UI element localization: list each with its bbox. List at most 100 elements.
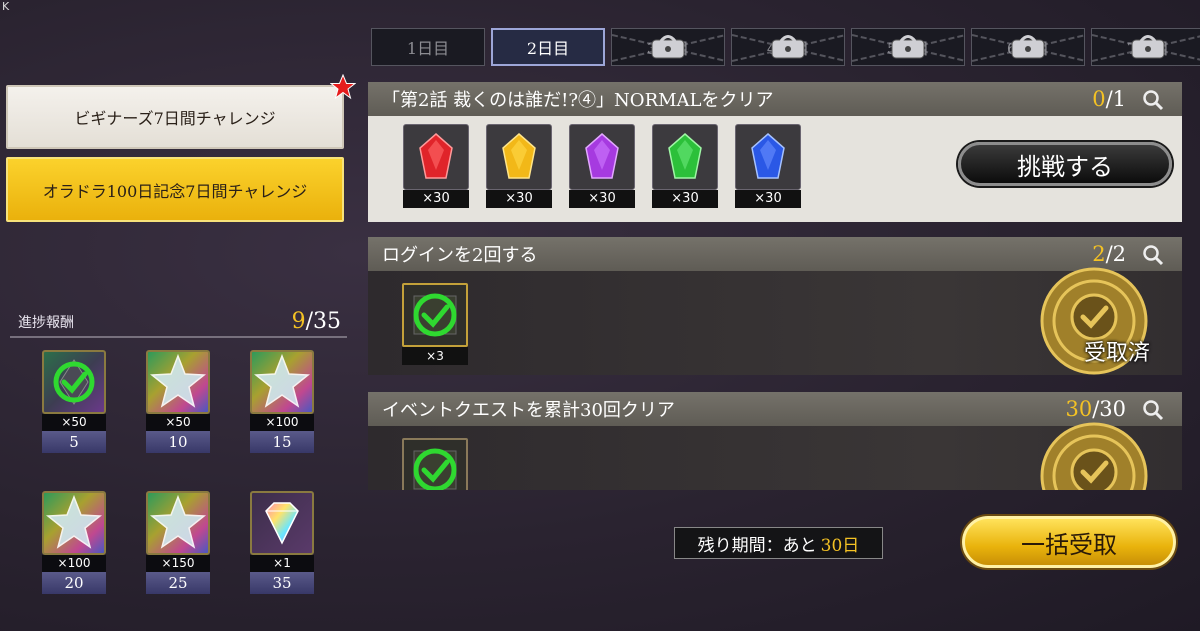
search-icon[interactable] [1142, 89, 1164, 111]
reward-qty: ×100 [250, 414, 314, 431]
day-tabs: 1日目 2日目 3日目 4日目 5日目 6日目 7日目 [371, 28, 1200, 66]
remaining-label: 残り期間：あと [697, 535, 817, 556]
mission-title: イベントクエストを累計30回クリア [382, 400, 675, 421]
mission-header: イベントクエストを累計30回クリア 30/30 [368, 392, 1182, 426]
progress-reward-20[interactable]: ×100 20 [42, 491, 106, 595]
progress-current: 9 [291, 309, 306, 334]
padlock-icon [649, 34, 687, 60]
reward-threshold: 15 [250, 431, 314, 453]
blue-gem-icon [751, 133, 785, 179]
reward-item[interactable]: ×3 [402, 283, 468, 365]
received-status: 受取済 [1083, 341, 1150, 366]
reward-item[interactable]: ×30 [569, 124, 635, 208]
tab-label: 1日目 [406, 39, 450, 58]
mission-current: 0 [1092, 87, 1106, 111]
tab-day-5[interactable]: 5日目 [851, 28, 966, 66]
remaining-days: 30日 [820, 535, 860, 556]
progress-reward-35[interactable]: ×1 35 [250, 491, 314, 595]
reward-qty: ×30 [735, 190, 801, 208]
tab-day-2[interactable]: 2日目 [491, 28, 605, 66]
reward-item[interactable]: ×30 [486, 124, 552, 208]
mission-header: ログインを2回する 2/2 [368, 237, 1182, 271]
rainbow-diamond-icon [250, 491, 314, 555]
padlock-icon [1009, 34, 1047, 60]
reward-item[interactable]: ×30 [652, 124, 718, 208]
reward-qty: ×30 [652, 190, 718, 208]
mission-card: ログインを2回する 2/2 ×3 受取済 [368, 237, 1182, 375]
progress-reward-5[interactable]: ×50 5 [42, 350, 106, 454]
progress-total: /35 [305, 309, 341, 334]
mission-count: 0/1 [1092, 87, 1126, 111]
reward-qty: ×3 [402, 347, 468, 365]
mission-count: 30/30 [1065, 397, 1126, 421]
red-gem-icon [419, 133, 453, 179]
yellow-gem-icon [502, 133, 536, 179]
reward-item[interactable]: ×30 [403, 124, 469, 208]
progress-reward-15[interactable]: ×100 15 [250, 350, 314, 454]
search-icon[interactable] [1142, 244, 1164, 266]
reward-qty: ×50 [42, 414, 106, 431]
reward-qty: ×30 [403, 190, 469, 208]
rainbow-star-icon [250, 350, 314, 414]
challenge-beginners-button[interactable]: ビギナーズ7日間チャレンジ [6, 85, 344, 149]
mission-card: 「第2話 裁くのは誰だ!?④」NORMALをクリア 0/1 ×30 ×30 ×3… [368, 82, 1182, 222]
reward-qty: ×50 [146, 414, 210, 431]
tab-label: 2日目 [526, 39, 570, 58]
progress-reward-25[interactable]: ×150 25 [146, 491, 210, 595]
reward-threshold: 25 [146, 572, 210, 594]
reward-item[interactable] [402, 438, 468, 490]
mission-header: 「第2話 裁くのは誰だ!?④」NORMALをクリア 0/1 [368, 82, 1182, 116]
reward-item[interactable]: ×30 [735, 124, 801, 208]
padlock-icon [889, 34, 927, 60]
reward-qty: ×30 [569, 190, 635, 208]
mission-card: イベントクエストを累計30回クリア 30/30 [368, 392, 1182, 490]
rainbow-star-icon [42, 491, 106, 555]
padlock-icon [769, 34, 807, 60]
mission-title: ログインを2回する [382, 245, 538, 266]
challenge-label: ビギナーズ7日間チャレンジ [74, 109, 276, 128]
reward-threshold: 10 [146, 431, 210, 453]
rainbow-star-icon [146, 491, 210, 555]
mission-body: ×3 受取済 [368, 267, 1182, 375]
reward-threshold: 35 [250, 572, 314, 594]
ticket-icon [402, 438, 468, 490]
reward-threshold: 5 [42, 431, 106, 453]
search-icon[interactable] [1142, 399, 1164, 421]
remaining-period: 残り期間：あと 30日 [674, 527, 883, 559]
bulk-receive-button[interactable]: 一括受取 [962, 516, 1176, 568]
tab-day-7[interactable]: 7日目 [1091, 28, 1200, 66]
reward-qty: ×150 [146, 555, 210, 572]
reward-qty: ×30 [486, 190, 552, 208]
mission-current: 2 [1092, 242, 1106, 266]
padlock-icon [1129, 34, 1167, 60]
received-seal-icon [1040, 422, 1148, 490]
progress-label: 進捗報酬 [18, 315, 74, 331]
challenge-100day-button[interactable]: オラドラ100日記念7日間チャレンジ [6, 157, 344, 222]
mission-total: /1 [1105, 87, 1126, 111]
tab-day-1[interactable]: 1日目 [371, 28, 485, 66]
shard-icon [42, 350, 106, 414]
reward-threshold: 20 [42, 572, 106, 594]
mission-title: 「第2話 裁くのは誰だ!?④」NORMALをクリア [382, 90, 774, 111]
progress-count: 9/35 [292, 309, 341, 334]
corner-label: K [2, 0, 10, 13]
tab-day-6[interactable]: 6日目 [971, 28, 1086, 66]
green-gem-icon [668, 133, 702, 179]
rainbow-star-icon [146, 350, 210, 414]
mission-total: /2 [1105, 242, 1126, 266]
challenge-button[interactable]: 挑戦する [958, 142, 1172, 186]
mission-current: 30 [1065, 397, 1093, 421]
new-star-icon [330, 74, 356, 100]
challenge-label: オラドラ100日記念7日間チャレンジ [42, 181, 308, 201]
tab-day-3[interactable]: 3日目 [611, 28, 726, 66]
progress-reward-10[interactable]: ×50 10 [146, 350, 210, 454]
tab-day-4[interactable]: 4日目 [731, 28, 846, 66]
mission-total: /30 [1092, 397, 1126, 421]
ticket-icon [402, 283, 468, 347]
reward-qty: ×1 [250, 555, 314, 572]
mission-body: ×30 ×30 ×30 ×30 ×30 挑戦する [368, 116, 1182, 222]
mission-count: 2/2 [1092, 242, 1126, 266]
reward-qty: ×100 [42, 555, 106, 572]
purple-gem-icon [585, 133, 619, 179]
progress-header: 進捗報酬 9/35 [10, 306, 347, 338]
